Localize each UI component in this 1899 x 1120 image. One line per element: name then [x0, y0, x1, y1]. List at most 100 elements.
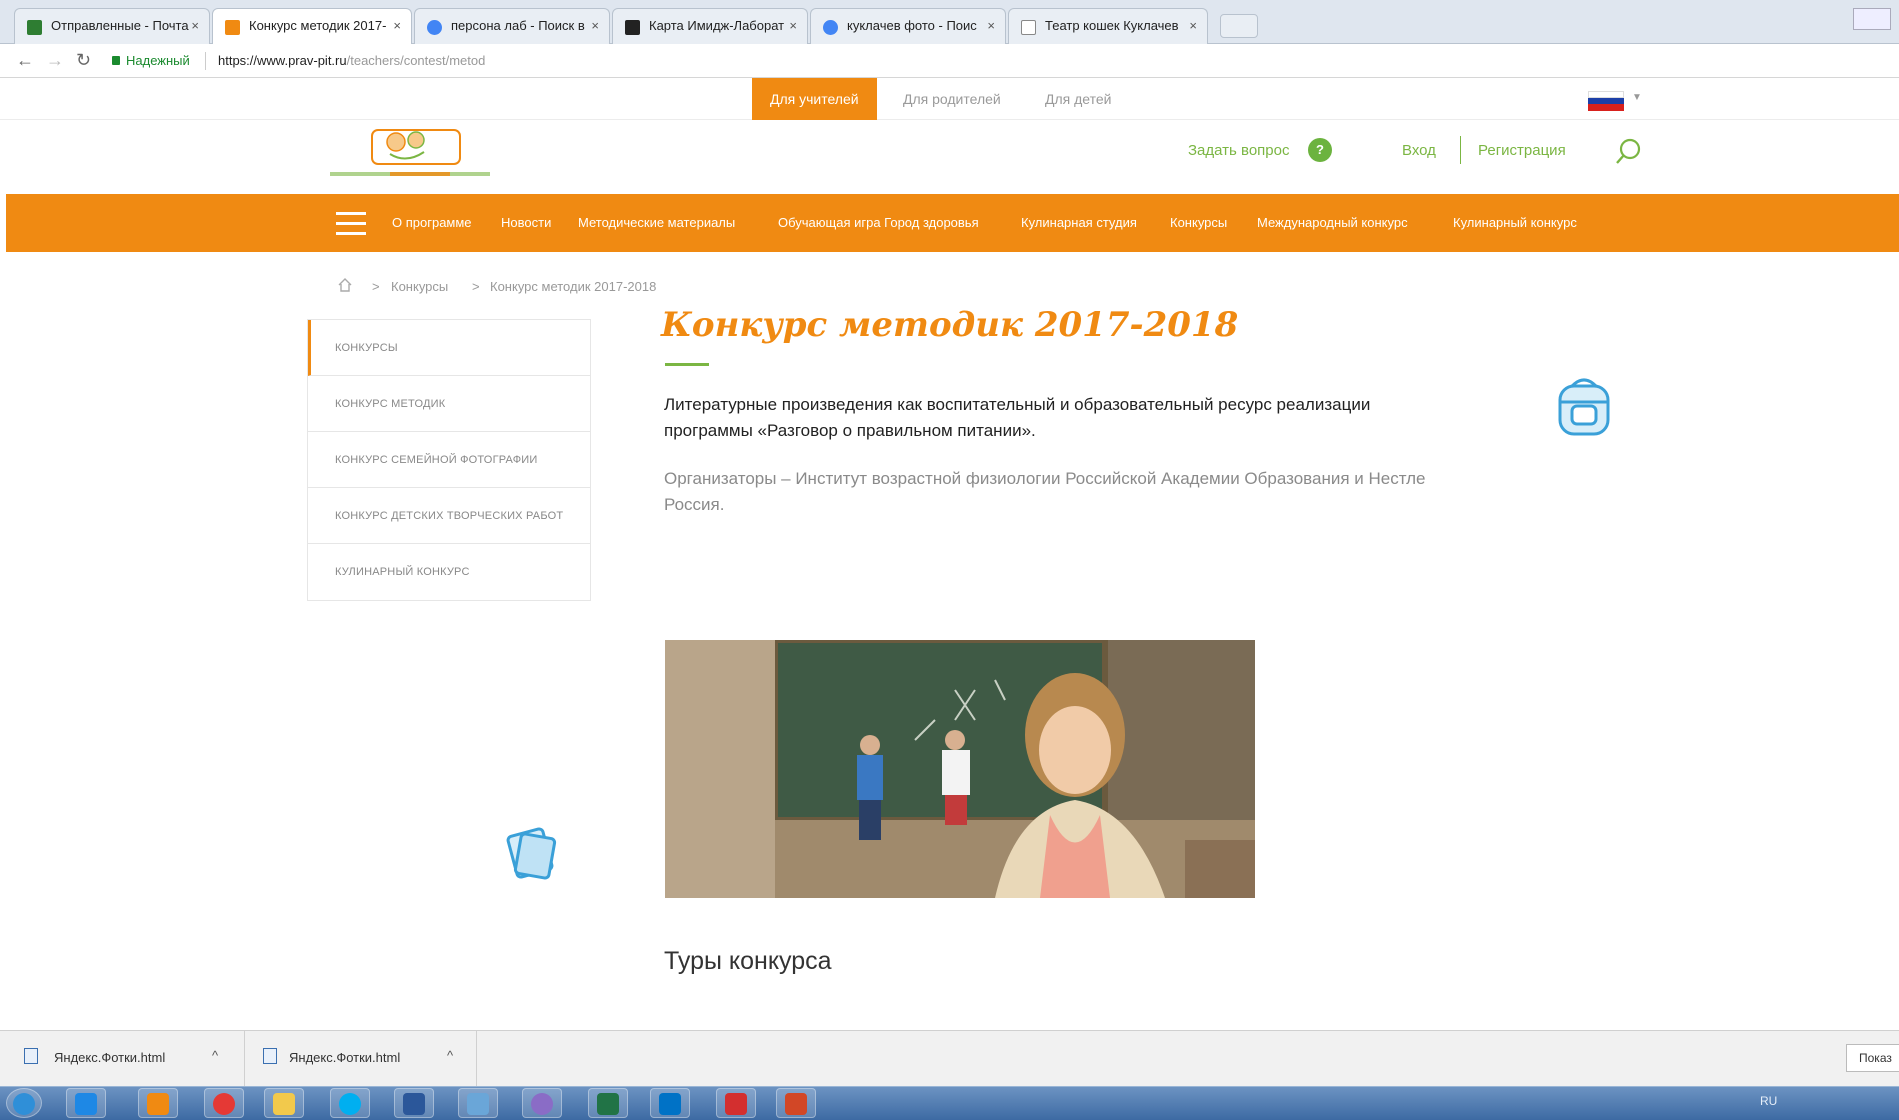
backpack-icon [1558, 378, 1610, 436]
nav-item-contests[interactable]: Конкурсы [1170, 215, 1227, 230]
nav-item-international[interactable]: Международный конкурс [1257, 215, 1408, 230]
title-underline [665, 363, 709, 366]
taskbar-explorer[interactable] [264, 1088, 304, 1118]
close-icon[interactable]: × [987, 18, 995, 33]
taskbar-media[interactable] [138, 1088, 178, 1118]
browser-tab-label: куклачев фото - Поис [847, 18, 977, 33]
photo-viewer-icon [467, 1093, 489, 1115]
register-link[interactable]: Регистрация [1478, 142, 1566, 159]
lead-text: Литературные произведения как воспитател… [664, 395, 1371, 440]
divider [205, 52, 206, 70]
browser-tab-6[interactable]: Театр кошек Куклачев × [1008, 8, 1208, 44]
taskbar-acrobat[interactable] [716, 1088, 756, 1118]
sidebar-item-contests[interactable]: Конкурсы [308, 320, 590, 376]
browser-tab-label: Карта Имидж-Лаборат [649, 18, 785, 33]
browser-tab-label: Отправленные - Почта [51, 18, 189, 33]
sidebar-menu: Конкурсы Конкурс методик Конкурс семейно… [307, 319, 591, 601]
taskbar-word[interactable] [394, 1088, 434, 1118]
sidebar-item-family-photo[interactable]: Конкурс семейной фотографии [308, 432, 590, 488]
nav-item-game[interactable]: Обучающая игра Город здоровья [778, 215, 979, 230]
forward-icon[interactable]: → [46, 50, 64, 71]
back-icon[interactable]: ← [16, 50, 34, 71]
window-controls[interactable] [1853, 8, 1891, 30]
chevron-up-icon[interactable]: ^ [212, 1048, 218, 1063]
new-tab-button[interactable] [1220, 14, 1258, 38]
start-button[interactable] [6, 1088, 42, 1118]
sidebar-item-methods[interactable]: Конкурс методик [308, 376, 590, 432]
skype-icon [339, 1093, 361, 1115]
chevron-up-icon[interactable]: ^ [447, 1048, 453, 1063]
address-bar: ← → ↻ Надежный https://www.prav-pit.ru/t… [0, 44, 1899, 78]
taskbar-app[interactable] [522, 1088, 562, 1118]
taskbar-excel[interactable] [588, 1088, 628, 1118]
taskbar-powerpoint[interactable] [776, 1088, 816, 1118]
ask-question-link[interactable]: Задать вопрос [1188, 142, 1289, 159]
site-logo[interactable] [330, 120, 490, 190]
sidebar-item-cooking[interactable]: Кулинарный конкурс [308, 544, 590, 600]
system-tray[interactable]: RU [1760, 1094, 1777, 1108]
audience-parents-tab[interactable]: Для родителей [903, 78, 1001, 120]
download-item[interactable]: Яндекс.Фотки.html ^ [0, 1030, 245, 1086]
browser-tab-5[interactable]: куклачев фото - Поис × [810, 8, 1006, 44]
html-file-icon [263, 1048, 277, 1064]
secure-label: Надежный [126, 53, 190, 68]
browser-tab-2[interactable]: Конкурс методик 2017- × [212, 8, 412, 45]
download-item[interactable]: Яндекс.Фотки.html ^ [245, 1030, 477, 1086]
russian-flag-icon[interactable] [1588, 91, 1624, 111]
outlook-icon [659, 1093, 681, 1115]
lock-icon [112, 56, 120, 65]
menu-icon[interactable] [336, 212, 366, 236]
search-icon[interactable] [1614, 136, 1644, 166]
taskbar-chrome[interactable] [204, 1088, 244, 1118]
organizers-text: Организаторы – Институт возрастной физио… [664, 469, 1426, 514]
taskbar-photos[interactable] [458, 1088, 498, 1118]
close-icon[interactable]: × [591, 18, 599, 33]
taskbar-ie[interactable] [66, 1088, 106, 1118]
map-icon [625, 20, 640, 35]
question-icon[interactable]: ? [1308, 138, 1332, 162]
section-title: Туры конкурса [664, 947, 832, 975]
app-icon [531, 1093, 553, 1115]
home-icon[interactable] [337, 277, 353, 293]
close-icon[interactable]: × [191, 18, 199, 33]
audience-teachers-tab[interactable]: Для учителей [752, 78, 877, 120]
breadcrumb-separator: > [372, 279, 380, 294]
breadcrumb-contests[interactable]: Конкурсы [391, 279, 448, 294]
sidebar-item-kids-works[interactable]: Конкурс детских творческих работ [308, 488, 590, 544]
page-icon [1021, 20, 1036, 35]
nav-item-materials[interactable]: Методические материалы [578, 215, 735, 230]
browser-tab-1[interactable]: Отправленные - Почта × [14, 8, 210, 44]
divider [1460, 136, 1461, 164]
book-icon [506, 827, 557, 880]
mail-icon [27, 20, 42, 35]
audience-children-tab[interactable]: Для детей [1045, 78, 1111, 120]
close-icon[interactable]: × [393, 18, 401, 33]
close-icon[interactable]: × [1189, 18, 1197, 33]
powerpoint-icon [785, 1093, 807, 1115]
download-filename: Яндекс.Фотки.html [54, 1050, 166, 1065]
nav-item-news[interactable]: Новости [501, 215, 551, 230]
site-favicon-icon [225, 20, 240, 35]
google-icon [427, 20, 442, 35]
excel-icon [597, 1093, 619, 1115]
browser-tab-4[interactable]: Карта Имидж-Лаборат × [612, 8, 808, 44]
browser-tab-3[interactable]: персона лаб - Поиск в × [414, 8, 610, 44]
secure-indicator[interactable]: Надежный [112, 53, 190, 68]
nav-item-cooking-studio[interactable]: Кулинарная студия [1021, 215, 1137, 230]
close-icon[interactable]: × [789, 18, 797, 33]
nav-item-cooking-contest[interactable]: Кулинарный конкурс [1453, 215, 1577, 230]
download-filename: Яндекс.Фотки.html [289, 1050, 401, 1065]
show-all-downloads-button[interactable]: Показ [1846, 1044, 1899, 1072]
chevron-down-icon[interactable]: ▼ [1632, 92, 1642, 103]
taskbar-outlook[interactable] [650, 1088, 690, 1118]
nav-item-about[interactable]: О программе [392, 215, 472, 230]
login-link[interactable]: Вход [1402, 142, 1436, 159]
chrome-icon [213, 1093, 235, 1115]
language-indicator[interactable]: RU [1760, 1094, 1777, 1108]
reload-icon[interactable]: ↻ [76, 50, 91, 71]
acrobat-icon [725, 1093, 747, 1115]
taskbar-skype[interactable] [330, 1088, 370, 1118]
media-player-icon [147, 1093, 169, 1115]
browser-tab-label: Конкурс методик 2017- [249, 18, 387, 33]
url-field[interactable]: https://www.prav-pit.ru/teachers/contest… [218, 53, 485, 68]
